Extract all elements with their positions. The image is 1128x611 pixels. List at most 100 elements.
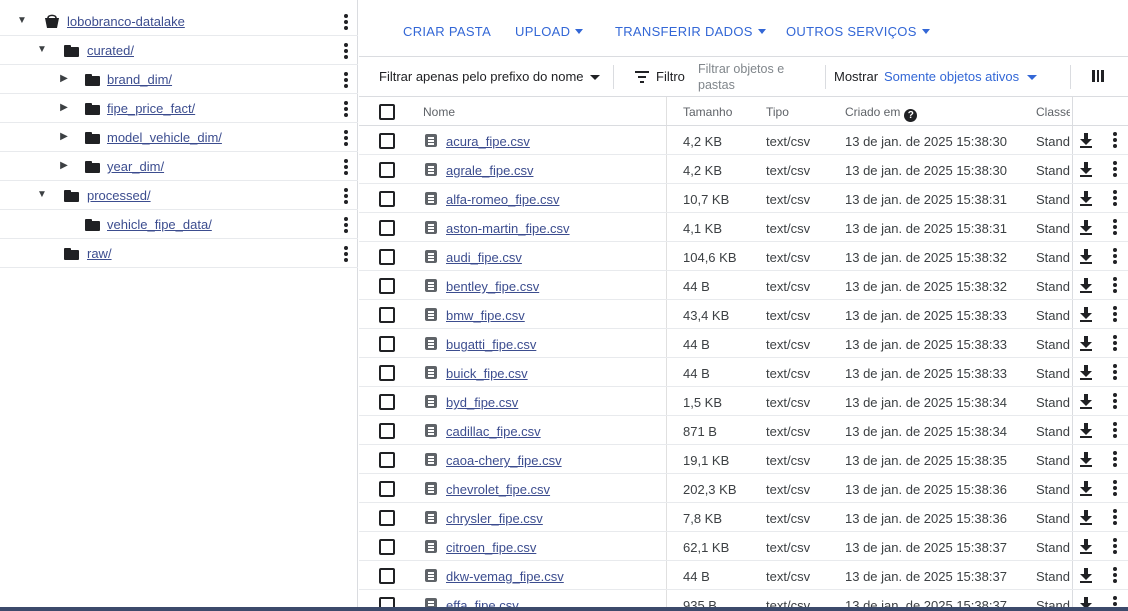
file-name-link[interactable]: chevrolet_fipe.csv: [446, 482, 550, 497]
more-options-icon[interactable]: [1109, 218, 1121, 236]
row-checkbox[interactable]: [379, 452, 395, 468]
table-row[interactable]: cadillac_fipe.csv 871 B text/csv 13 de jan.…: [359, 416, 1128, 445]
tree-item-folder[interactable]: ▶ fipe_price_fact/: [0, 94, 358, 123]
tree-item-label[interactable]: brand_dim/: [107, 72, 172, 87]
file-name-link[interactable]: acura_fipe.csv: [446, 134, 530, 149]
download-icon[interactable]: [1079, 336, 1093, 352]
table-row[interactable]: buick_fipe.csv 44 B text/csv 13 de jan. de …: [359, 358, 1128, 387]
tree-item-label[interactable]: vehicle_fipe_data/: [107, 217, 212, 232]
row-checkbox[interactable]: [379, 481, 395, 497]
download-icon[interactable]: [1079, 220, 1093, 236]
collapse-caret-icon[interactable]: ▶: [58, 160, 70, 172]
table-row[interactable]: dkw-vemag_fipe.csv 44 B text/csv 13 de jan.…: [359, 561, 1128, 590]
file-name-link[interactable]: audi_fipe.csv: [446, 250, 522, 265]
file-name-link[interactable]: citroen_fipe.csv: [446, 540, 536, 555]
more-options-icon[interactable]: [340, 158, 352, 176]
table-row[interactable]: caoa-chery_fipe.csv 19,1 KB text/csv 13 de …: [359, 445, 1128, 474]
filter-button[interactable]: Filtro: [656, 69, 685, 84]
select-all-checkbox[interactable]: [379, 104, 395, 120]
expand-caret-icon[interactable]: ▼: [36, 44, 48, 56]
table-row[interactable]: chrysler_fipe.csv 7,8 KB text/csv 13 de jan…: [359, 503, 1128, 532]
row-checkbox[interactable]: [379, 568, 395, 584]
column-display-icon[interactable]: [1092, 70, 1105, 82]
row-checkbox[interactable]: [379, 220, 395, 236]
more-options-icon[interactable]: [1109, 450, 1121, 468]
column-header-class[interactable]: Classe: [1036, 105, 1070, 119]
more-options-icon[interactable]: [1109, 421, 1121, 439]
more-options-icon[interactable]: [1109, 508, 1121, 526]
file-name-link[interactable]: caoa-chery_fipe.csv: [446, 453, 562, 468]
tree-item-folder[interactable]: raw/: [0, 239, 358, 268]
more-options-icon[interactable]: [1109, 160, 1121, 178]
tree-item-folder[interactable]: ▼ processed/: [0, 181, 358, 210]
collapse-caret-icon[interactable]: ▶: [58, 102, 70, 114]
column-header-type[interactable]: Tipo: [766, 105, 789, 119]
download-icon[interactable]: [1079, 278, 1093, 294]
table-row[interactable]: agrale_fipe.csv 4,2 KB text/csv 13 de jan. …: [359, 155, 1128, 184]
more-options-icon[interactable]: [1109, 334, 1121, 352]
show-objects-dropdown[interactable]: Somente objetos ativos: [884, 69, 1038, 84]
file-name-link[interactable]: byd_fipe.csv: [446, 395, 518, 410]
more-options-icon[interactable]: [1109, 131, 1121, 149]
row-checkbox[interactable]: [379, 423, 395, 439]
more-options-icon[interactable]: [1109, 363, 1121, 381]
row-checkbox[interactable]: [379, 191, 395, 207]
upload-menu-button[interactable]: UPLOAD: [515, 24, 584, 39]
file-name-link[interactable]: aston-martin_fipe.csv: [446, 221, 570, 236]
table-row[interactable]: audi_fipe.csv 104,6 KB text/csv 13 de jan. …: [359, 242, 1128, 271]
file-name-link[interactable]: cadillac_fipe.csv: [446, 424, 541, 439]
tree-item-label[interactable]: raw/: [87, 246, 112, 261]
more-options-icon[interactable]: [1109, 479, 1121, 497]
more-options-icon[interactable]: [1109, 189, 1121, 207]
more-options-icon[interactable]: [340, 71, 352, 89]
more-options-icon[interactable]: [1109, 392, 1121, 410]
tree-item-label[interactable]: fipe_price_fact/: [107, 101, 195, 116]
tree-item-label[interactable]: processed/: [87, 188, 151, 203]
more-options-icon[interactable]: [340, 129, 352, 147]
row-checkbox[interactable]: [379, 278, 395, 294]
expand-caret-icon[interactable]: ▼: [36, 189, 48, 201]
more-options-icon[interactable]: [340, 216, 352, 234]
more-options-icon[interactable]: [1109, 566, 1121, 584]
column-header-created[interactable]: Criado em?: [845, 105, 918, 122]
file-name-link[interactable]: bmw_fipe.csv: [446, 308, 525, 323]
tree-item-label[interactable]: model_vehicle_dim/: [107, 130, 222, 145]
filter-list-icon[interactable]: [635, 71, 649, 83]
download-icon[interactable]: [1079, 365, 1093, 381]
download-icon[interactable]: [1079, 133, 1093, 149]
file-name-link[interactable]: agrale_fipe.csv: [446, 163, 533, 178]
tree-item-folder[interactable]: ▼ curated/: [0, 36, 358, 65]
collapse-caret-icon[interactable]: ▶: [58, 131, 70, 143]
table-row[interactable]: chevrolet_fipe.csv 202,3 KB text/csv 13 de …: [359, 474, 1128, 503]
file-name-link[interactable]: bugatti_fipe.csv: [446, 337, 536, 352]
row-checkbox[interactable]: [379, 539, 395, 555]
download-icon[interactable]: [1079, 510, 1093, 526]
download-icon[interactable]: [1079, 481, 1093, 497]
table-row[interactable]: byd_fipe.csv 1,5 KB text/csv 13 de jan. de …: [359, 387, 1128, 416]
tree-item-folder[interactable]: ▶ model_vehicle_dim/: [0, 123, 358, 152]
file-name-link[interactable]: alfa-romeo_fipe.csv: [446, 192, 559, 207]
column-header-size[interactable]: Tamanho: [683, 105, 732, 119]
row-checkbox[interactable]: [379, 133, 395, 149]
more-options-icon[interactable]: [1109, 537, 1121, 555]
file-name-link[interactable]: chrysler_fipe.csv: [446, 511, 543, 526]
tree-item-folder[interactable]: ▶ brand_dim/: [0, 65, 358, 94]
tree-item-label[interactable]: curated/: [87, 43, 134, 58]
more-options-icon[interactable]: [340, 245, 352, 263]
table-row[interactable]: citroen_fipe.csv 62,1 KB text/csv 13 de jan…: [359, 532, 1128, 561]
row-checkbox[interactable]: [379, 365, 395, 381]
more-options-icon[interactable]: [340, 100, 352, 118]
more-options-icon[interactable]: [340, 42, 352, 60]
file-name-link[interactable]: dkw-vemag_fipe.csv: [446, 569, 564, 584]
row-checkbox[interactable]: [379, 510, 395, 526]
row-checkbox[interactable]: [379, 162, 395, 178]
table-row[interactable]: bugatti_fipe.csv 44 B text/csv 13 de jan. d…: [359, 329, 1128, 358]
tree-item-folder[interactable]: vehicle_fipe_data/: [0, 210, 358, 239]
more-options-icon[interactable]: [1109, 305, 1121, 323]
table-row[interactable]: bmw_fipe.csv 43,4 KB text/csv 13 de jan. de…: [359, 300, 1128, 329]
file-name-link[interactable]: buick_fipe.csv: [446, 366, 528, 381]
download-icon[interactable]: [1079, 539, 1093, 555]
download-icon[interactable]: [1079, 191, 1093, 207]
file-name-link[interactable]: bentley_fipe.csv: [446, 279, 539, 294]
help-icon[interactable]: ?: [904, 109, 918, 122]
